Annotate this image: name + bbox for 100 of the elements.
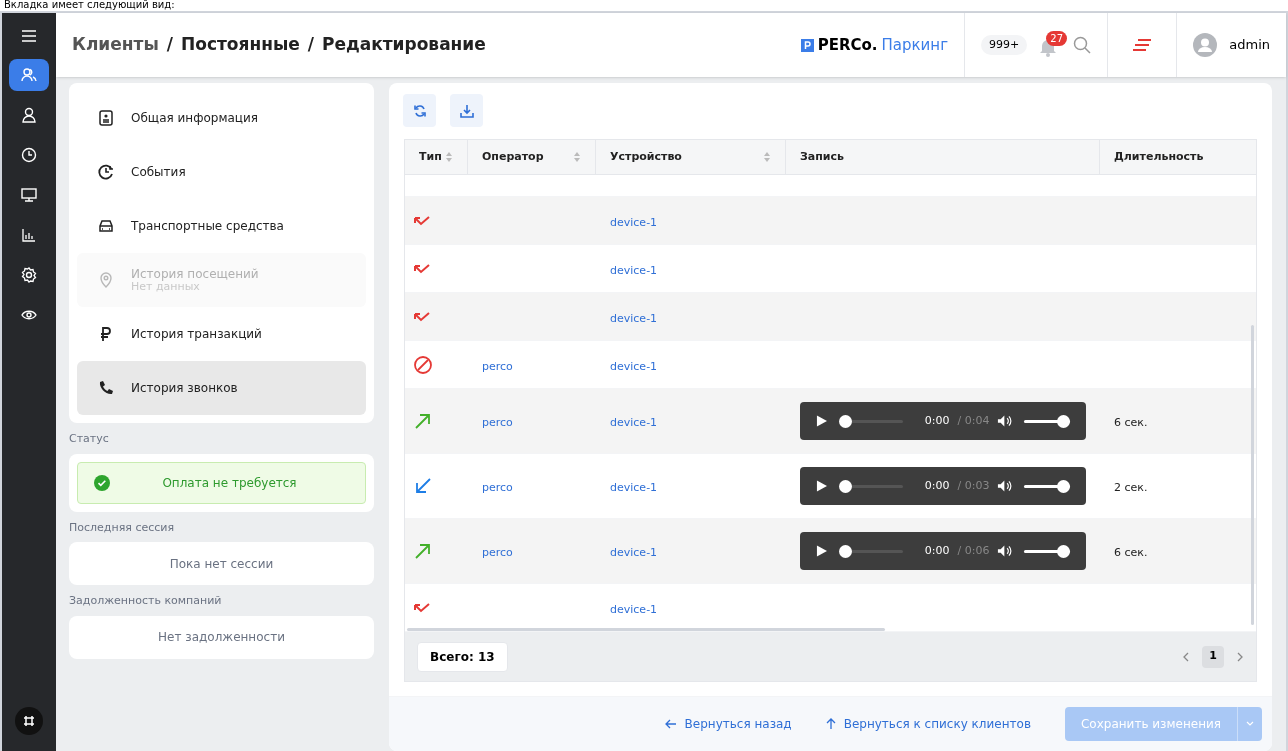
chevron-left-icon[interactable] <box>1182 651 1190 662</box>
operator-link[interactable]: perco <box>482 546 513 559</box>
menu-icon[interactable] <box>21 29 37 43</box>
user-name[interactable]: admin <box>1229 35 1270 55</box>
column-header: Длительность <box>1114 148 1204 165</box>
volume-icon[interactable] <box>997 414 1013 428</box>
current-time: 0:00 <box>924 542 950 559</box>
total-time: / 0:03 <box>957 477 990 494</box>
missed-call-icon <box>413 311 431 322</box>
session-text: Пока нет сессии <box>169 555 274 573</box>
nav-label: История посещений <box>131 267 259 281</box>
device-link[interactable]: device-1 <box>610 359 658 373</box>
missed-call-icon <box>413 215 431 226</box>
audio-player[interactable]: 0:00 / 0:03 <box>800 467 1086 505</box>
nav-label: Общая информация <box>131 111 258 125</box>
column-header[interactable]: Устройство <box>610 148 682 166</box>
nav-rail-button[interactable] <box>9 59 49 91</box>
column-header[interactable]: Оператор <box>482 148 544 166</box>
volume-slider[interactable] <box>1024 414 1070 428</box>
device-link[interactable]: device-1 <box>610 311 658 325</box>
user-icon <box>20 106 38 124</box>
caret-icon <box>1246 721 1254 727</box>
clock-icon <box>20 146 38 164</box>
total-time: / 0:04 <box>957 412 990 429</box>
status-text: Оплата не требуется <box>161 474 298 492</box>
volume-slider[interactable] <box>1024 479 1070 493</box>
nav-item[interactable]: История звонков <box>77 361 366 415</box>
clock-icon <box>97 163 115 181</box>
device-link[interactable]: device-1 <box>610 481 658 494</box>
operator-link[interactable]: perco <box>482 359 513 373</box>
duration-text: 2 сек. <box>1114 481 1148 494</box>
refresh-icon <box>412 103 427 118</box>
arrow-left-icon <box>664 719 677 729</box>
back-link[interactable]: Вернуться назад <box>664 715 792 733</box>
play-icon[interactable] <box>816 480 827 492</box>
separator-slash: / <box>306 33 316 57</box>
separator-slash: / <box>165 33 174 57</box>
download-button[interactable] <box>450 94 483 127</box>
chart-icon <box>20 226 38 244</box>
section-label: Последняя сессия <box>69 519 176 536</box>
current-time: 0:00 <box>924 477 950 494</box>
play-icon[interactable] <box>816 545 827 557</box>
product-name: Паркинг <box>881 34 949 56</box>
current-time: 0:00 <box>924 412 950 429</box>
nav-label: История звонков <box>131 381 238 395</box>
total-time: / 0:06 <box>957 542 990 559</box>
id-card-icon <box>97 109 115 127</box>
counter-badge[interactable]: 999+ <box>981 34 1028 56</box>
download-icon <box>459 103 474 118</box>
volume-slider[interactable] <box>1024 544 1070 558</box>
device-link[interactable]: device-1 <box>610 602 658 616</box>
brand-name: PERCo. <box>817 34 878 56</box>
section-label: Задолженность компаний <box>69 593 223 609</box>
refresh-button[interactable] <box>403 94 436 127</box>
check-icon <box>94 474 110 491</box>
arrow-down-left-icon <box>413 476 433 496</box>
arrow-up-right-icon <box>413 411 433 431</box>
missed-call-icon <box>413 263 431 274</box>
column-header: Запись <box>800 148 845 165</box>
debt-text: Нет задолженности <box>158 629 285 646</box>
nav-label: История транзакций <box>131 327 262 341</box>
audio-player[interactable]: 0:00 / 0:04 <box>800 402 1086 440</box>
volume-icon[interactable] <box>997 544 1013 558</box>
arrow-up-icon <box>825 718 836 730</box>
car-icon <box>97 217 115 235</box>
frame-icon[interactable] <box>15 707 43 735</box>
duration-text: 6 сек. <box>1114 416 1148 429</box>
caption-text: Вкладка имеет следующий вид: <box>4 0 175 10</box>
device-link[interactable]: device-1 <box>610 546 658 559</box>
breadcrumb-item[interactable]: Клиенты <box>72 32 159 58</box>
operator-link[interactable]: perco <box>482 481 513 494</box>
total-count: Всего: 13 <box>417 641 508 672</box>
device-link[interactable]: device-1 <box>610 416 658 429</box>
breadcrumb-item: Редактирование <box>322 33 486 57</box>
column-header[interactable]: Тип <box>419 148 442 166</box>
volume-icon[interactable] <box>997 479 1013 493</box>
lines-icon[interactable] <box>1132 39 1153 51</box>
duration-text: 6 сек. <box>1114 546 1148 559</box>
logo-icon <box>800 38 814 52</box>
page-button[interactable]: 1 <box>1202 645 1224 668</box>
monitor-icon <box>20 186 38 204</box>
notification-count: 27 <box>1046 31 1067 46</box>
search-icon[interactable] <box>1073 36 1092 54</box>
blocked-icon <box>413 354 433 375</box>
missed-call-icon <box>413 602 431 613</box>
device-link[interactable]: device-1 <box>610 263 658 277</box>
nav-label: События <box>131 165 186 179</box>
chevron-right-icon[interactable] <box>1236 651 1244 662</box>
phone-icon <box>97 379 115 397</box>
people-icon <box>20 66 38 84</box>
device-link[interactable]: device-1 <box>610 215 658 229</box>
breadcrumb-item[interactable]: Постоянные <box>181 32 300 58</box>
operator-link[interactable]: perco <box>482 416 513 429</box>
pin-icon <box>97 271 115 289</box>
section-label: Статус <box>69 431 110 447</box>
play-icon[interactable] <box>816 415 827 427</box>
nav-label: Транспортные средства <box>131 219 284 233</box>
settings-icon <box>20 266 38 284</box>
audio-player[interactable]: 0:00 / 0:06 <box>800 532 1086 570</box>
client-list-link[interactable]: Вернуться к списку клиентов <box>825 715 1031 733</box>
